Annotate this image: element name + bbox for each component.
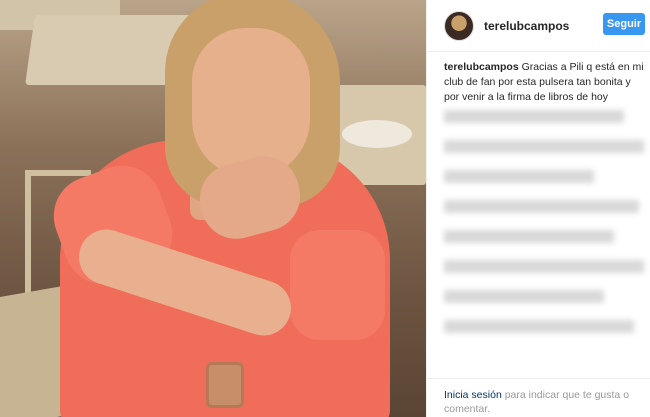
instagram-post: terelubcampos Seguir terelubcampos Graci… <box>0 0 650 417</box>
blurred-comments <box>444 110 644 350</box>
username-link[interactable]: terelubcampos <box>484 19 569 33</box>
post-caption: terelubcampos Gracias a Pili q está en m… <box>444 60 644 105</box>
caption-username[interactable]: terelubcampos <box>444 61 519 73</box>
login-prompt: Inicia sesión para indicar que te gusta … <box>427 378 650 417</box>
bracelet <box>206 362 244 408</box>
face <box>192 28 310 178</box>
blurred-comment <box>444 170 594 183</box>
login-link[interactable]: Inicia sesión <box>444 389 502 401</box>
blurred-comment <box>444 320 634 333</box>
follow-button[interactable]: Seguir <box>603 13 645 35</box>
blurred-comment <box>444 260 644 273</box>
blurred-comment <box>444 290 604 303</box>
dress-sleeve <box>290 230 385 340</box>
post-sidebar: terelubcampos Seguir terelubcampos Graci… <box>426 0 650 417</box>
plate <box>342 120 412 148</box>
blurred-comment <box>444 230 614 243</box>
avatar[interactable] <box>444 10 474 41</box>
blurred-comment <box>444 140 644 153</box>
blurred-comment <box>444 110 624 123</box>
blurred-comment <box>444 200 639 213</box>
post-photo[interactable] <box>0 0 426 417</box>
post-header: terelubcampos Seguir <box>427 0 650 52</box>
